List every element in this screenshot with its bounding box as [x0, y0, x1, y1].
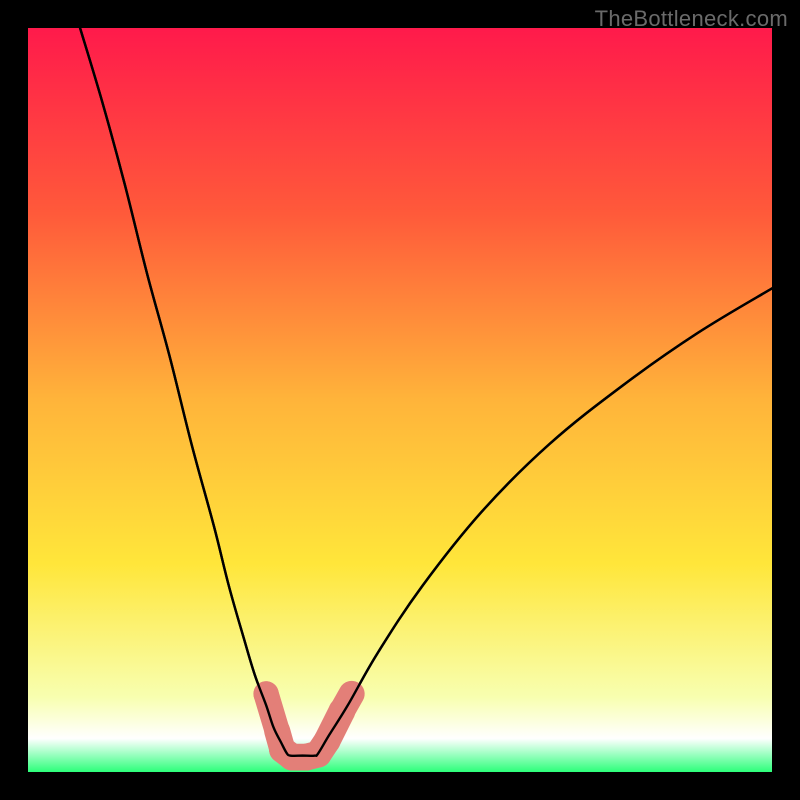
plot-area	[28, 28, 772, 772]
curve-layer	[28, 28, 772, 772]
bottleneck-curve	[80, 28, 772, 756]
watermark-text: TheBottleneck.com	[595, 6, 788, 32]
bottleneck-curve	[80, 28, 772, 756]
blob-point	[339, 681, 364, 706]
chart-frame: TheBottleneck.com	[0, 0, 800, 800]
